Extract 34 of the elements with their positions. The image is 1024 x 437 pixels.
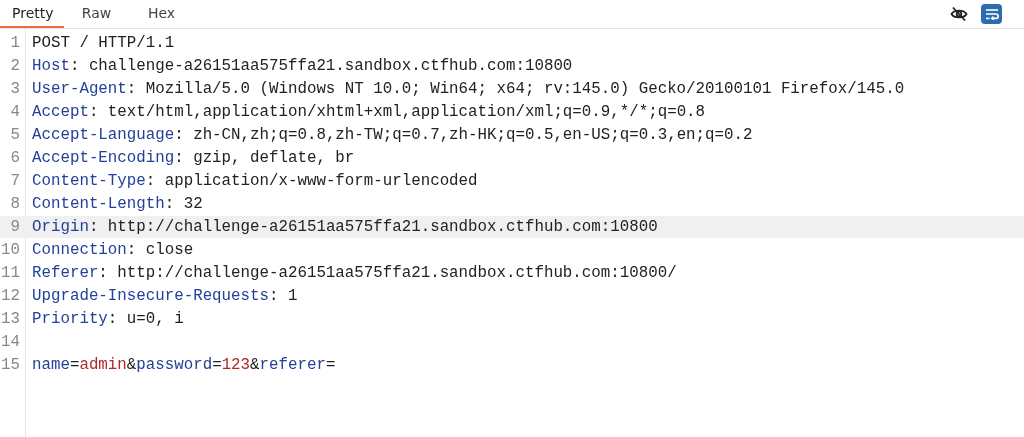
- line-number: 5: [9, 126, 21, 145]
- line-number: 9: [9, 217, 21, 236]
- code-line: Accept: text/html,application/xhtml+xml,application/xml;q=0.9,*/*;q=0.8: [32, 103, 706, 122]
- code-line: Upgrade-Insecure-Requests: 1: [32, 286, 298, 305]
- line-number: 14: [0, 332, 21, 351]
- line-number: 4: [9, 103, 21, 122]
- line-number: 11: [0, 263, 21, 282]
- text-wrap-button[interactable]: [981, 4, 1002, 24]
- code-line: POST / HTTP/1.1: [32, 34, 175, 53]
- hidden-eye-icon[interactable]: [950, 6, 968, 22]
- line-number: 10: [0, 240, 21, 259]
- code-line: User-Agent: Mozilla/5.0 (Windows NT 10.0; Win64; x64; rv:145.0) Gecko/20100101 Firefox/145.0: [32, 80, 905, 99]
- code-line: Referer: http://challenge-a26151aa575ffa21.sandbox.ctfhub.com:10800/: [32, 263, 677, 282]
- line-number: 12: [0, 286, 21, 305]
- wrap-icon: [984, 8, 999, 20]
- code-line: Host: challenge-a26151aa575ffa21.sandbox.ctfhub.com:10800: [32, 57, 573, 76]
- code-line: Priority: u=0, i: [32, 309, 184, 328]
- code-line: Content-Type: application/x-www-form-urlencoded: [32, 172, 478, 191]
- line-number: 1: [9, 34, 21, 53]
- code-line: Content-Length: 32: [32, 195, 203, 214]
- line-number: 2: [9, 57, 21, 76]
- line-number: 8: [9, 195, 21, 214]
- line-number: 3: [9, 80, 21, 99]
- tab[interactable]: Hex: [129, 0, 194, 28]
- code-line: Accept-Language: zh-CN,zh;q=0.8,zh-TW;q=0.7,zh-HK;q=0.5,en-US;q=0.3,en;q=0.2: [32, 126, 753, 145]
- code-line: Origin: http://challenge-a26151aa575ffa21.sandbox.ctfhub.com:10800: [32, 217, 658, 236]
- code-line: Connection: close: [32, 240, 194, 259]
- line-number: 6: [9, 149, 21, 168]
- code-line: name=admin&password=123&referer=: [32, 355, 336, 374]
- line-number: 15: [0, 355, 21, 374]
- tab[interactable]: Raw: [64, 0, 129, 28]
- line-number: 13: [0, 309, 21, 328]
- code-line: Accept-Encoding: gzip, deflate, br: [32, 149, 355, 168]
- line-number: 7: [9, 172, 21, 191]
